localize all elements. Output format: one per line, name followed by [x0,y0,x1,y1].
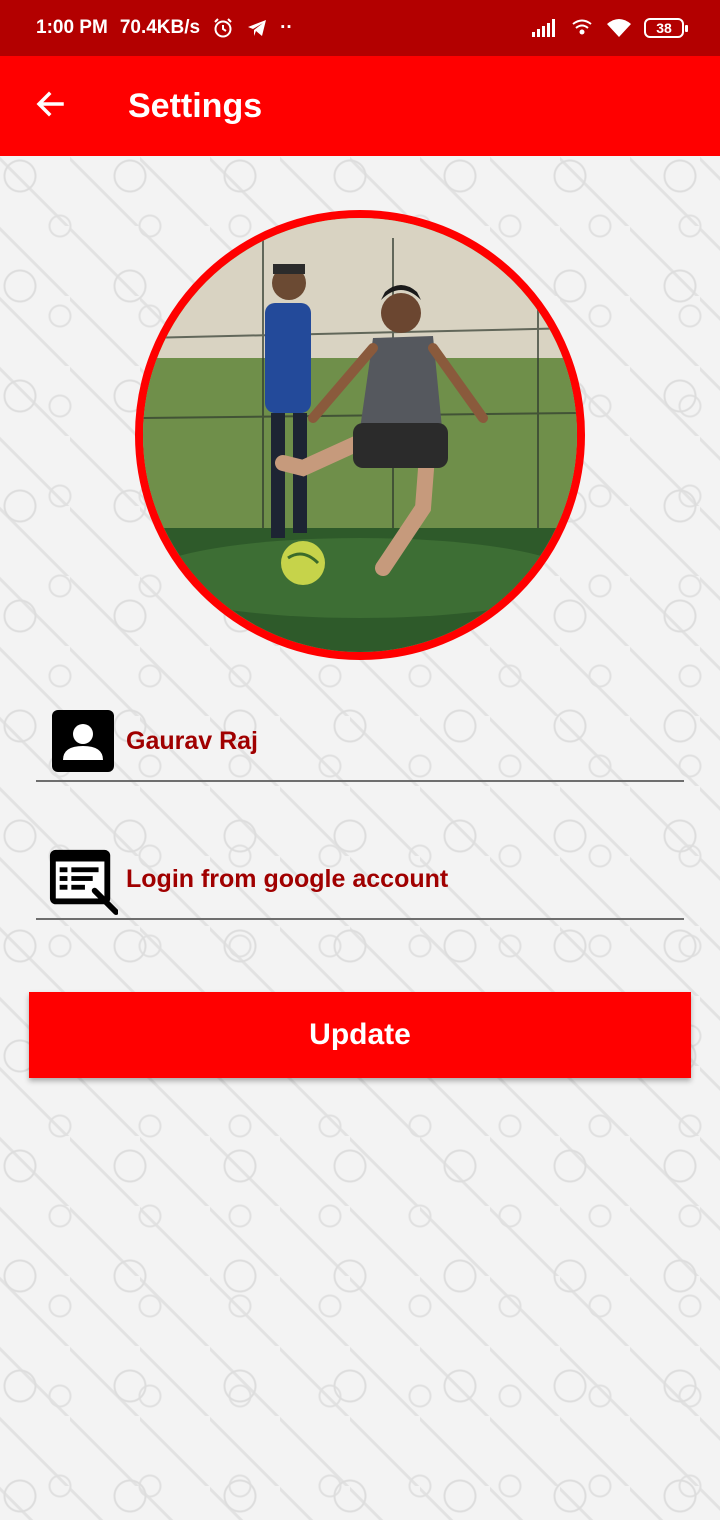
wifi-icon [606,17,632,39]
notification-dots: ·· [280,17,293,38]
status-bar: 1:00 PM 70.4KB/s ·· 38 [0,0,720,56]
telegram-icon [246,17,268,39]
person-icon [48,706,118,776]
app-bar: Settings [0,56,720,156]
arrow-back-icon [34,88,66,125]
name-field[interactable]: Gaurav Raj [36,702,684,782]
back-button[interactable] [0,56,100,156]
status-time: 1:00 PM [36,17,108,38]
update-button[interactable]: Update [29,992,691,1078]
status-field[interactable]: Login from google account [36,840,684,920]
status-value: Login from google account [126,864,449,893]
battery-icon: 38 [644,18,688,38]
hotspot-icon [570,17,594,39]
name-value: Gaurav Raj [126,726,259,755]
alarm-icon [212,17,234,39]
page-title: Settings [128,86,263,125]
battery-level: 38 [656,20,672,36]
profile-photo[interactable] [135,210,585,660]
network-speed: 70.4KB/s [119,17,201,38]
form-edit-icon [48,844,118,915]
signal-icon [532,19,558,37]
